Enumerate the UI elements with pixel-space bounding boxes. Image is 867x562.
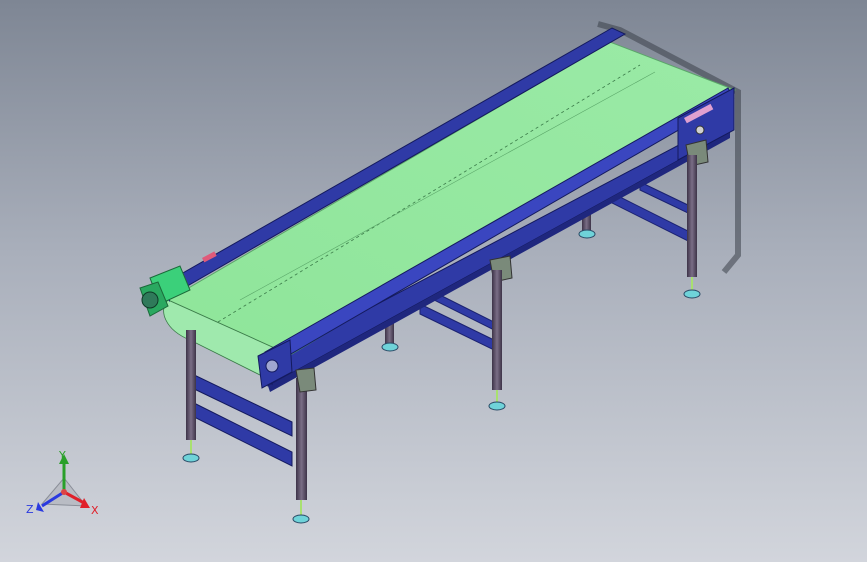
belt-surface[interactable]	[163, 41, 737, 381]
conveyor-model[interactable]	[0, 0, 867, 562]
z-axis-label: Z	[26, 503, 34, 516]
coordinate-triad: Y X Z	[24, 448, 104, 520]
x-axis-label: X	[91, 504, 99, 517]
front-right-leg	[683, 139, 709, 299]
y-axis-label: Y	[59, 449, 66, 462]
graphics-viewport[interactable]: Y X Z	[0, 0, 867, 562]
front-middle-leg	[488, 255, 513, 411]
